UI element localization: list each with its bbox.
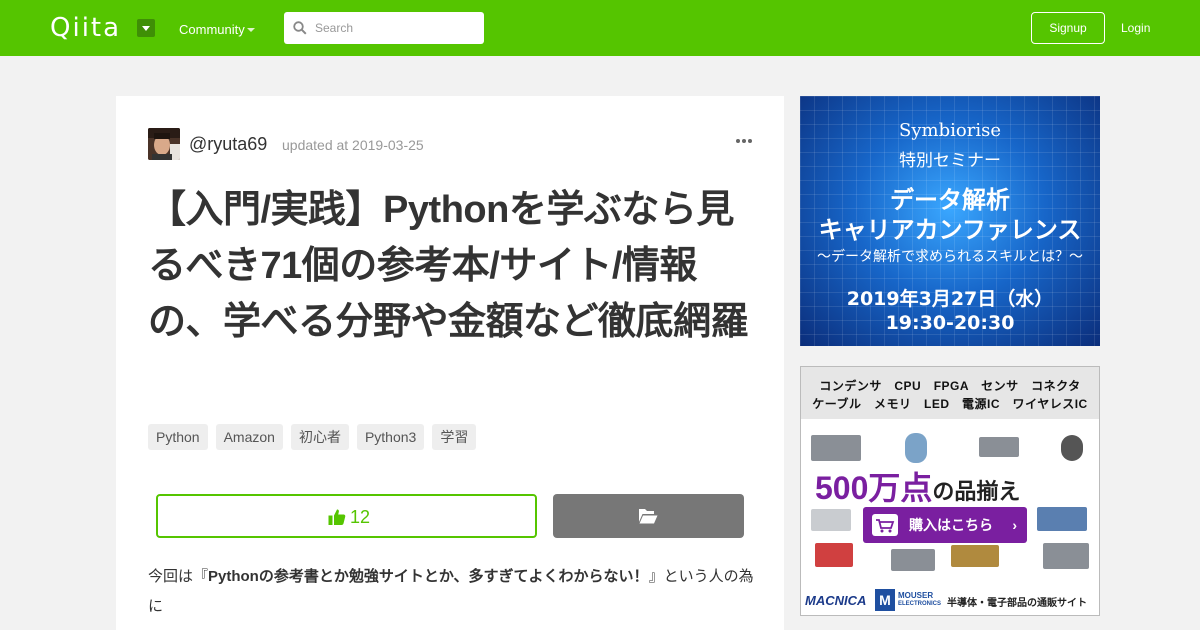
ad-headline-2: キャリアカンファレンス: [818, 215, 1082, 244]
article-card: @ryuta69 updated at 2019-03-25 【入門/実践】Py…: [116, 96, 784, 630]
mouser-line1: MOUSER: [898, 591, 934, 600]
folder-open-icon: [639, 509, 658, 524]
macnica-logo: MACNICA: [805, 593, 867, 608]
stock-button[interactable]: [553, 494, 744, 538]
logo-dropdown-icon[interactable]: [137, 19, 155, 37]
login-link[interactable]: Login: [1121, 20, 1150, 36]
chip-image: [815, 543, 853, 567]
article-title: 【入門/実践】Pythonを学ぶなら見るべき71個の参考本/サイト/情報の、学べ…: [148, 189, 749, 343]
updated-date: updated at 2019-03-25: [282, 137, 424, 153]
body-text-prefix: 今回は『: [148, 568, 209, 585]
mouser-logo: M MOUSER ELECTRONICS: [875, 589, 941, 611]
mouser-mark: M: [875, 589, 895, 611]
search-placeholder: Search: [315, 21, 354, 35]
ad-headline-rest: の品揃え: [932, 479, 1021, 504]
ad-footer: MACNICA M MOUSER ELECTRONICS 半導体・電子部品の通販…: [801, 585, 1099, 615]
chip-image: [979, 437, 1019, 457]
ad-categories-line1: コンデンサ CPU FPGA センサ コネクタ: [819, 379, 1081, 393]
tag[interactable]: 初心者: [290, 424, 349, 450]
chevron-down-icon[interactable]: [247, 28, 255, 32]
tag[interactable]: Python: [148, 424, 208, 450]
top-nav-bar: Qiita Community Search Signup Login: [0, 0, 1200, 56]
mouser-line2: ELECTRONICS: [898, 601, 942, 607]
buy-button[interactable]: 購入はこちら ›: [863, 507, 1027, 543]
ad-brand: Symbiorise: [899, 120, 1001, 141]
community-menu[interactable]: Community: [179, 21, 245, 39]
ad-seminar-label: 特別セミナー: [899, 151, 1001, 171]
tag[interactable]: Python3: [356, 424, 425, 450]
buy-label: 購入はこちら: [909, 517, 993, 533]
ad-headline-number: 500万点: [815, 470, 933, 506]
chip-image: [891, 549, 935, 571]
body-text-bold: Pythonの参考書とか勉強サイトとか、多すぎてよくわからない！: [208, 568, 649, 585]
signup-button[interactable]: Signup: [1031, 12, 1105, 44]
avatar-image: [148, 128, 180, 160]
chip-image: [905, 433, 927, 463]
article-body: 今回は『Pythonの参考書とか勉強サイトとか、多すぎてよくわからない！』という…: [148, 562, 758, 622]
chip-image: [1061, 435, 1083, 461]
cart-icon: [872, 514, 898, 536]
chip-image: [1037, 507, 1087, 531]
avatar[interactable]: [148, 128, 180, 160]
chip-image: [811, 509, 851, 531]
ad-categories-line2: ケーブル メモリ LED 電源IC ワイヤレスIC: [812, 397, 1088, 411]
tag[interactable]: 学習: [432, 424, 477, 450]
search-icon: [293, 21, 307, 35]
tag-list: Python Amazon 初心者 Python3 学習: [148, 424, 477, 450]
electronics-ad-banner[interactable]: コンデンサ CPU FPGA センサ コネクタ ケーブル メモリ LED 電源I…: [800, 366, 1100, 616]
chip-image: [811, 435, 861, 461]
ad-headline: 500万点の品揃え: [815, 463, 1020, 509]
chevron-right-icon: ›: [1012, 517, 1017, 533]
search-input[interactable]: Search: [284, 12, 484, 44]
ad-time: 19:30-20:30: [885, 312, 1015, 334]
tag[interactable]: Amazon: [215, 424, 283, 450]
like-button[interactable]: 12: [156, 494, 537, 538]
ad-date: 2019年3月27日（水）: [846, 288, 1054, 310]
chip-image: [1043, 543, 1089, 569]
like-count: 12: [350, 507, 371, 527]
ad-subtitle: 〜データ解析で求められるスキルとは？〜: [817, 249, 1083, 265]
qiita-logo[interactable]: Qiita: [50, 12, 121, 44]
author-username[interactable]: @ryuta69: [189, 133, 267, 155]
ad-shop-label: 半導体・電子部品の通販サイト: [947, 598, 1087, 609]
mouser-wordmark: MOUSER ELECTRONICS: [898, 591, 941, 609]
seminar-ad-banner[interactable]: Symbiorise 特別セミナー データ解析 キャリアカンファレンス 〜データ…: [800, 96, 1100, 346]
more-options-icon[interactable]: [736, 138, 752, 144]
ad-category-header: コンデンサ CPU FPGA センサ コネクタ ケーブル メモリ LED 電源I…: [801, 367, 1099, 419]
thumbs-up-icon: [328, 509, 346, 525]
chip-image: [951, 545, 999, 567]
